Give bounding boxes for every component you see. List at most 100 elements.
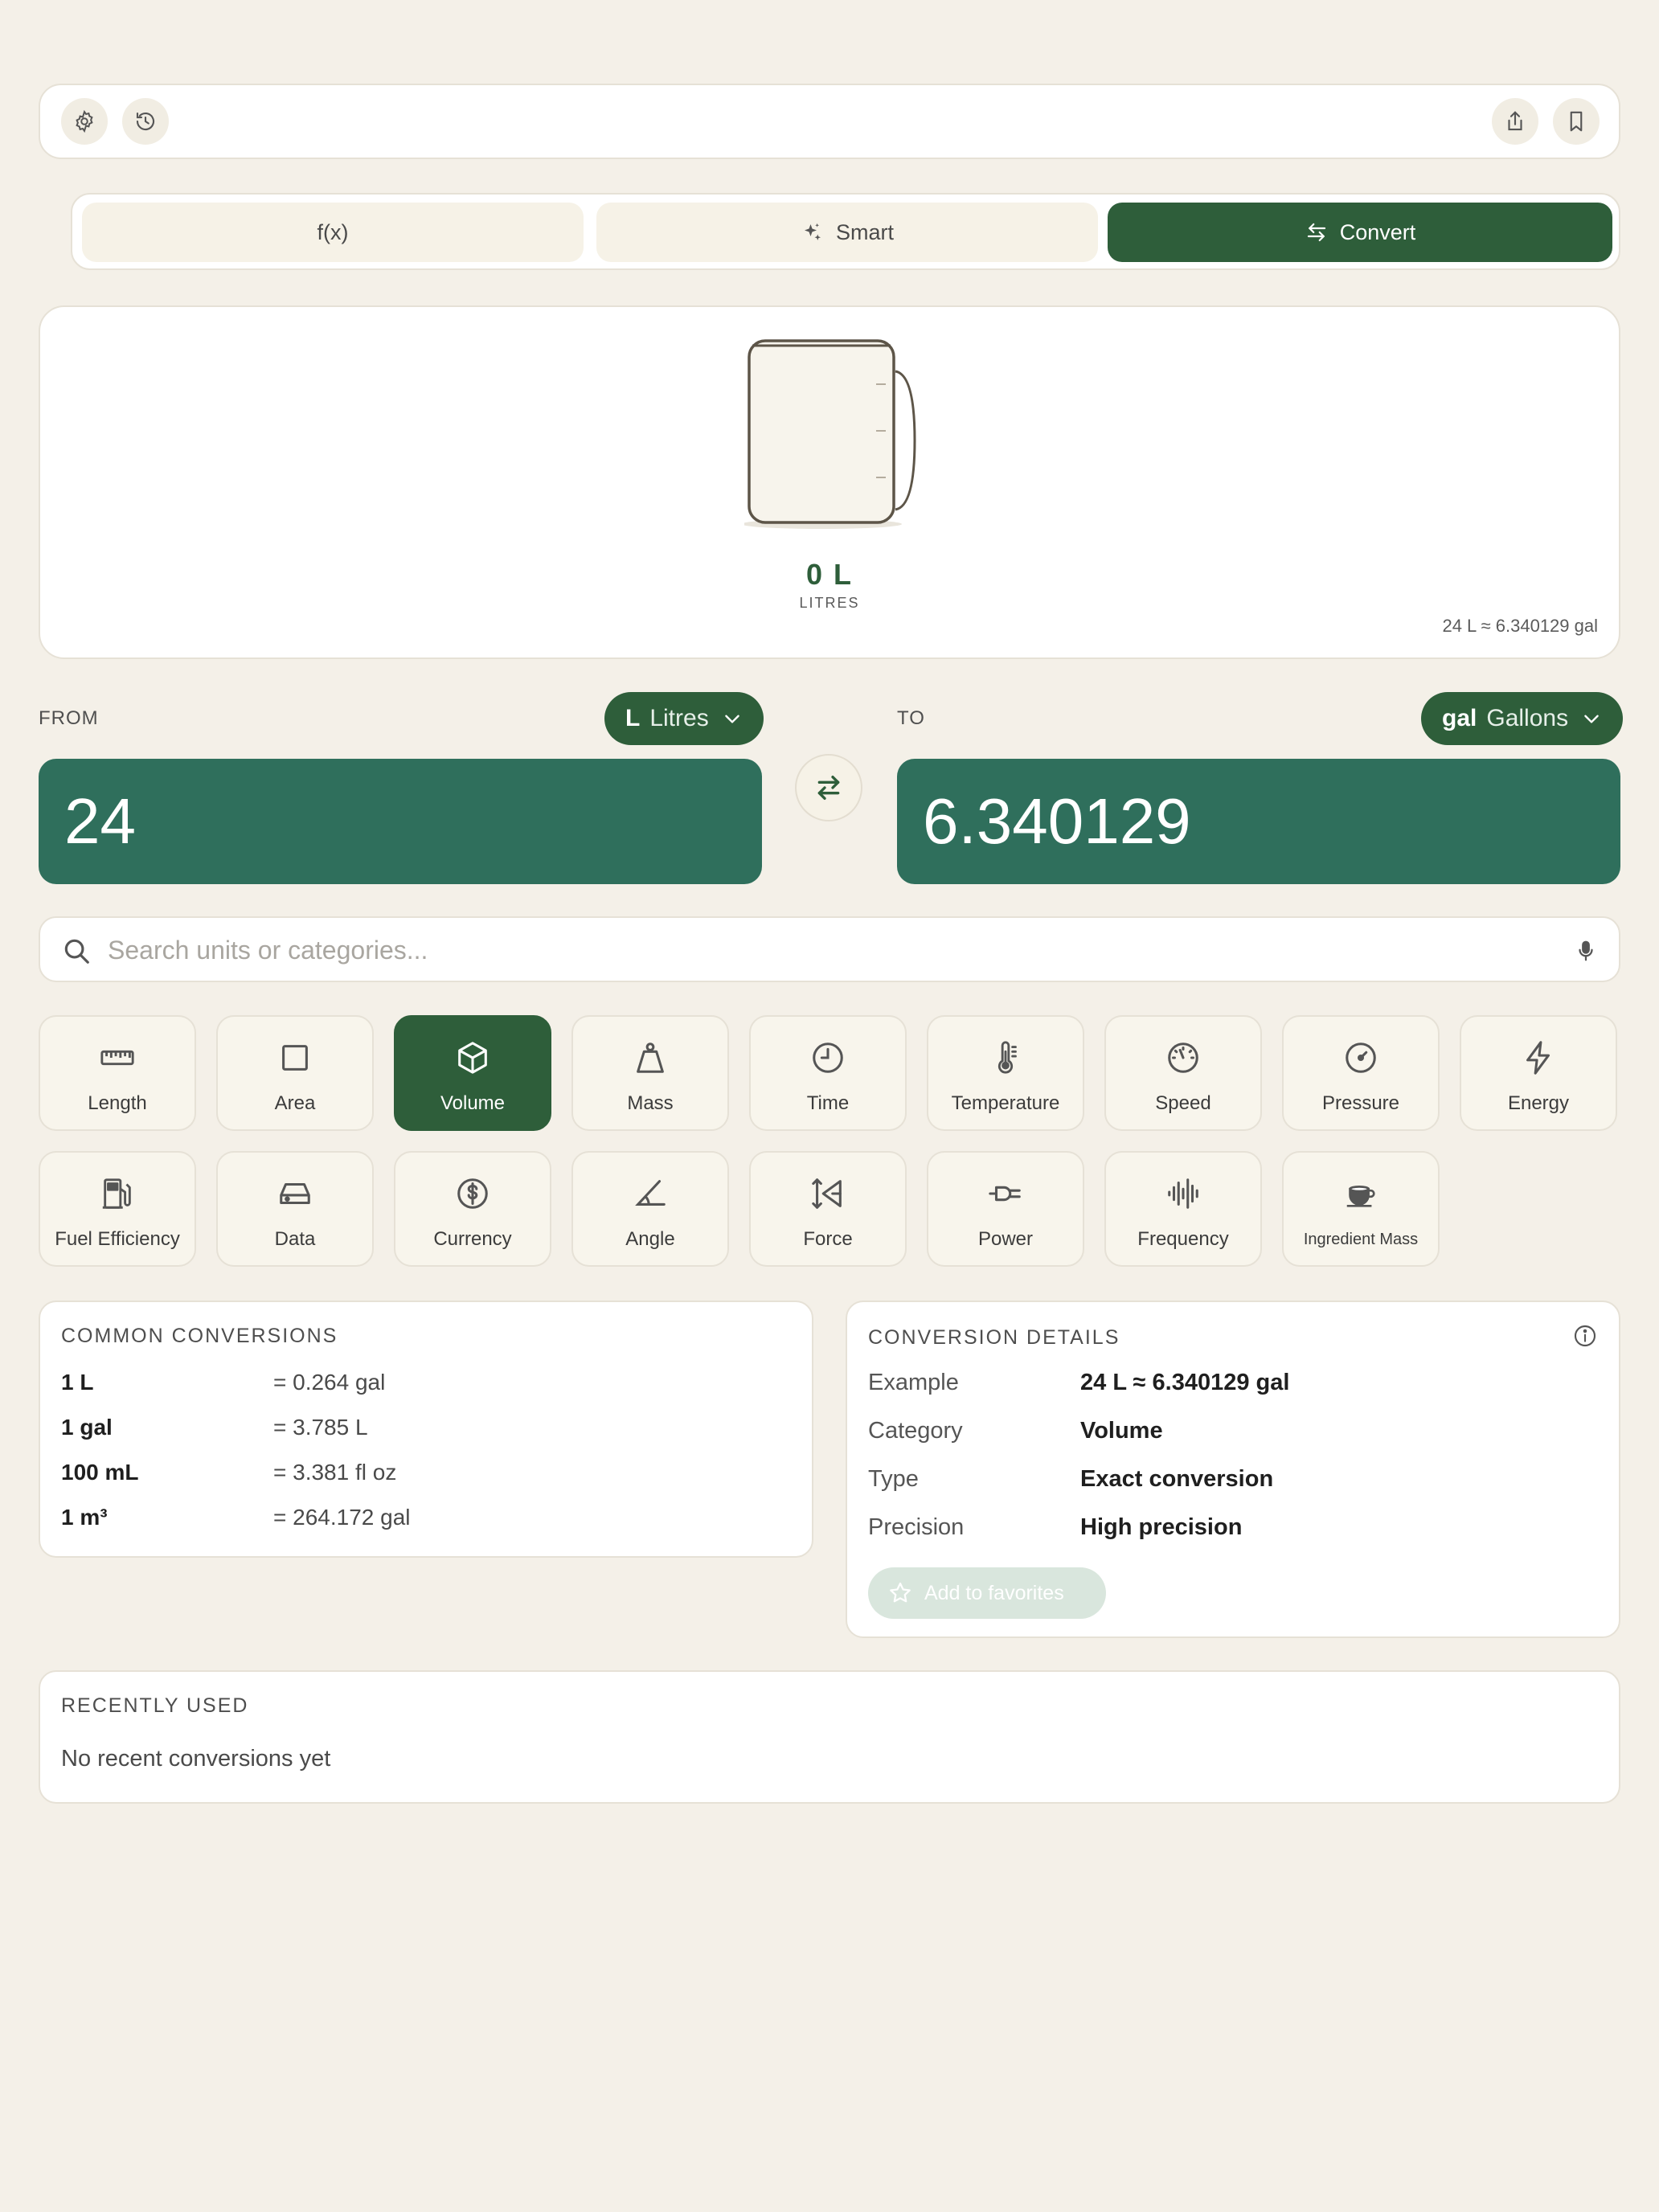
from-unit-dropdown[interactable]: L Litres	[604, 692, 764, 745]
to-unit-dropdown[interactable]: gal Gallons	[1421, 692, 1624, 745]
force-icon	[812, 1178, 842, 1209]
weight-icon	[637, 1043, 664, 1073]
plug-icon	[989, 1186, 1021, 1202]
category-currency[interactable]: Currency	[394, 1151, 551, 1267]
conversion-to: = 264.172 gal	[273, 1505, 411, 1530]
fuel-pump-icon	[102, 1178, 131, 1209]
detail-value: Volume	[1080, 1418, 1163, 1444]
share-icon	[1508, 111, 1522, 131]
add-to-favorites-label: Add to favorites	[924, 1581, 1064, 1604]
detail-key: Category	[868, 1418, 963, 1444]
cup-icon	[1346, 1186, 1375, 1207]
visual-unit-name: LITRES	[799, 595, 860, 611]
conversion-from: 1 m³	[61, 1505, 108, 1530]
from-unit-name: Litres	[649, 705, 709, 731]
dollar-circle-icon	[457, 1178, 488, 1209]
sparkle-icon	[804, 223, 821, 240]
speedometer-icon	[1168, 1043, 1198, 1073]
category-label: Currency	[433, 1228, 512, 1250]
to-label: TO	[897, 707, 925, 729]
search-icon	[64, 939, 89, 964]
detail-key: Example	[868, 1370, 959, 1395]
recent-empty-text: No recent conversions yet	[61, 1746, 331, 1772]
convert-arrows-icon	[1307, 223, 1325, 242]
category-fuel-efficiency[interactable]: Fuel Efficiency	[39, 1151, 196, 1267]
conversion-details-panel: CONVERSION DETAILS Example 24 L ≈ 6.3401…	[846, 1301, 1620, 1638]
category-label: Fuel Efficiency	[55, 1228, 180, 1250]
to-unit-symbol: gal	[1442, 705, 1477, 731]
category-energy[interactable]: Energy	[1460, 1015, 1617, 1131]
category-label: Data	[274, 1228, 316, 1250]
category-area[interactable]: Area	[216, 1015, 374, 1131]
category-temperature[interactable]: Temperature	[927, 1015, 1084, 1131]
category-label: Area	[274, 1092, 316, 1114]
settings-button[interactable]	[61, 98, 108, 145]
category-label: Volume	[440, 1092, 506, 1114]
swap-arrows-icon	[817, 776, 840, 800]
bolt-icon	[1526, 1041, 1550, 1075]
chevron-down-icon	[724, 715, 739, 723]
category-label: Time	[806, 1092, 850, 1114]
square-icon	[282, 1045, 308, 1071]
category-length[interactable]: Length	[39, 1015, 196, 1131]
category-label: Mass	[627, 1092, 674, 1114]
tab-fx[interactable]: f(x)	[82, 203, 584, 262]
info-icon[interactable]	[1572, 1323, 1598, 1349]
detail-value: Exact conversion	[1080, 1466, 1274, 1492]
top-toolbar	[39, 84, 1620, 159]
add-to-favorites-button[interactable]: Add to favorites	[868, 1567, 1106, 1619]
category-force[interactable]: Force	[749, 1151, 907, 1267]
to-value-output[interactable]: 6.340129	[897, 759, 1620, 884]
category-label: Energy	[1507, 1092, 1570, 1114]
category-pressure[interactable]: Pressure	[1282, 1015, 1440, 1131]
category-mass[interactable]: Mass	[571, 1015, 729, 1131]
from-value-input[interactable]: 24	[39, 759, 762, 884]
history-button[interactable]	[122, 98, 169, 145]
to-unit-name: Gallons	[1486, 705, 1569, 731]
share-button[interactable]	[1492, 98, 1538, 145]
category-ingredient-mass[interactable]: Ingredient Mass	[1282, 1151, 1440, 1267]
tab-convert-label: Convert	[1339, 219, 1416, 244]
category-power[interactable]: Power	[927, 1151, 1084, 1267]
ruler-icon	[100, 1050, 134, 1066]
microphone-icon[interactable]	[1574, 937, 1598, 965]
search-input[interactable]	[108, 929, 1538, 971]
thermometer-icon	[997, 1041, 1017, 1074]
category-speed[interactable]: Speed	[1104, 1015, 1262, 1131]
clock-icon	[813, 1043, 843, 1073]
conversion-from: 100 mL	[61, 1460, 139, 1485]
tab-convert[interactable]: Convert	[1108, 203, 1612, 262]
visual-value: 0 L	[805, 558, 853, 591]
category-volume[interactable]: Volume	[394, 1015, 551, 1131]
gauge-icon	[1346, 1043, 1376, 1073]
star-icon	[890, 1582, 911, 1603]
tab-smart[interactable]: Smart	[596, 203, 1098, 262]
detail-value: 24 L ≈ 6.340129 gal	[1080, 1370, 1290, 1395]
category-label: Force	[803, 1228, 853, 1250]
visual-conversion-note: 24 L ≈ 6.340129 gal	[1442, 616, 1598, 636]
hard-drive-icon	[280, 1182, 310, 1205]
category-label: Power	[977, 1228, 1034, 1250]
category-label: Temperature	[951, 1092, 1060, 1114]
category-label: Angle	[625, 1228, 675, 1250]
from-label: FROM	[39, 707, 99, 729]
common-conversions-panel: COMMON CONVERSIONS 1 L = 0.264 gal 1 gal…	[39, 1301, 813, 1558]
conversion-to: = 3.785 L	[273, 1415, 368, 1440]
tab-smart-label: Smart	[835, 219, 894, 244]
conversion-to: = 0.264 gal	[273, 1370, 386, 1395]
category-label: Pressure	[1321, 1092, 1400, 1114]
angle-icon	[635, 1180, 666, 1206]
detail-key: Precision	[868, 1514, 965, 1540]
bookmark-button[interactable]	[1553, 98, 1600, 145]
category-frequency[interactable]: Frequency	[1104, 1151, 1262, 1267]
category-time[interactable]: Time	[749, 1015, 907, 1131]
mode-tabs: f(x) Smart Convert	[71, 193, 1620, 270]
category-data[interactable]: Data	[216, 1151, 374, 1267]
category-angle[interactable]: Angle	[571, 1151, 729, 1267]
category-label: Ingredient Mass	[1303, 1231, 1419, 1248]
swap-units-button[interactable]	[795, 754, 862, 821]
from-unit-symbol: L	[625, 705, 641, 731]
chevron-down-icon	[1584, 715, 1599, 723]
panel-title: CONVERSION DETAILS	[868, 1326, 1120, 1349]
conversion-to: = 3.381 fl oz	[273, 1460, 397, 1485]
